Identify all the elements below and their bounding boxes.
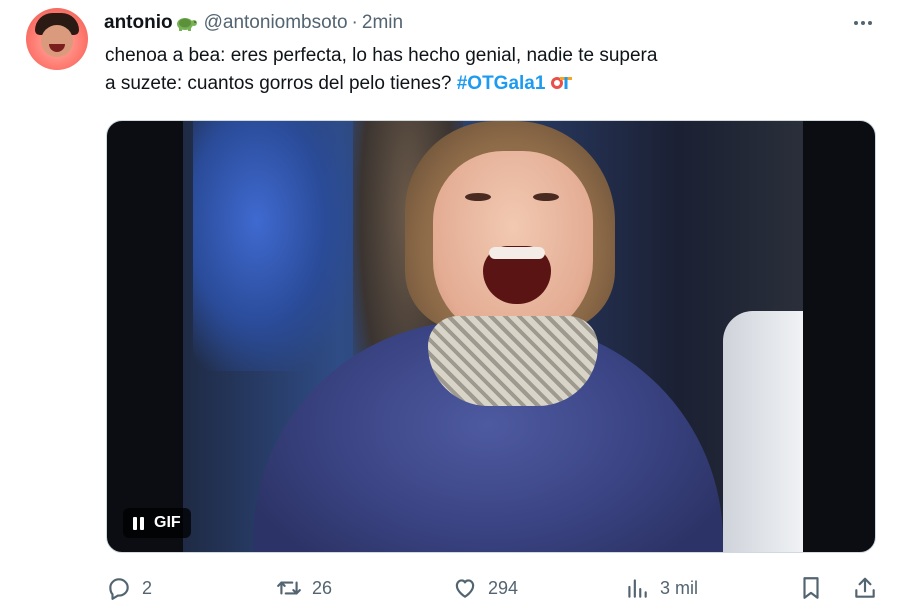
retweet-icon bbox=[277, 581, 301, 595]
like-count: 294 bbox=[488, 577, 519, 598]
reply-button[interactable]: 2 bbox=[106, 572, 152, 604]
gif-label: GIF bbox=[154, 514, 181, 531]
tweet-timestamp[interactable]: 2min bbox=[362, 12, 403, 34]
tweet-text: chenoa a bea: eres perfecta, lo has hech… bbox=[105, 42, 845, 98]
reply-icon bbox=[109, 578, 129, 600]
views-chart-icon bbox=[628, 579, 647, 598]
bookmark-button[interactable] bbox=[798, 572, 824, 604]
heart-icon bbox=[455, 579, 475, 598]
views-button[interactable]: 3 mil bbox=[624, 572, 698, 604]
more-options-button[interactable] bbox=[846, 12, 880, 34]
avatar[interactable] bbox=[26, 8, 88, 70]
tweet-card[interactable]: antonio @antoniombsoto · 2min chenoa a b… bbox=[0, 0, 898, 610]
share-button[interactable] bbox=[852, 572, 878, 604]
author-handle[interactable]: @antoniombsoto bbox=[204, 12, 348, 34]
hashtag-link[interactable]: #OTGala1 bbox=[457, 73, 546, 94]
pause-icon[interactable] bbox=[133, 516, 144, 530]
ot-logo-icon bbox=[551, 77, 573, 89]
views-count: 3 mil bbox=[660, 577, 699, 598]
gif-image bbox=[183, 121, 803, 552]
retweet-count: 26 bbox=[312, 577, 333, 598]
bookmark-icon bbox=[803, 577, 819, 599]
tweet-actions: 2 26 294 3 mil bbox=[104, 572, 880, 604]
author-name[interactable]: antonio bbox=[104, 12, 173, 34]
header-separator: · bbox=[351, 12, 358, 33]
gif-control-badge[interactable]: GIF bbox=[123, 508, 191, 538]
reply-count: 2 bbox=[142, 577, 153, 598]
tweet-text-line: chenoa a bea: eres perfecta, lo has hech… bbox=[105, 45, 658, 66]
like-button[interactable]: 294 bbox=[452, 572, 518, 604]
gif-media[interactable]: GIF bbox=[106, 120, 876, 553]
tweet-text-line: a suzete: cuantos gorros del pelo tienes… bbox=[105, 70, 845, 98]
turtle-icon bbox=[176, 18, 197, 31]
retweet-button[interactable]: 26 bbox=[276, 572, 332, 604]
more-dot-icon bbox=[854, 21, 858, 25]
more-dot-icon bbox=[868, 21, 872, 25]
share-icon bbox=[855, 577, 875, 598]
tweet-header: antonio @antoniombsoto · 2min bbox=[104, 10, 403, 36]
more-dot-icon bbox=[861, 21, 865, 25]
tweet-text-segment: a suzete: cuantos gorros del pelo tienes… bbox=[105, 73, 452, 94]
